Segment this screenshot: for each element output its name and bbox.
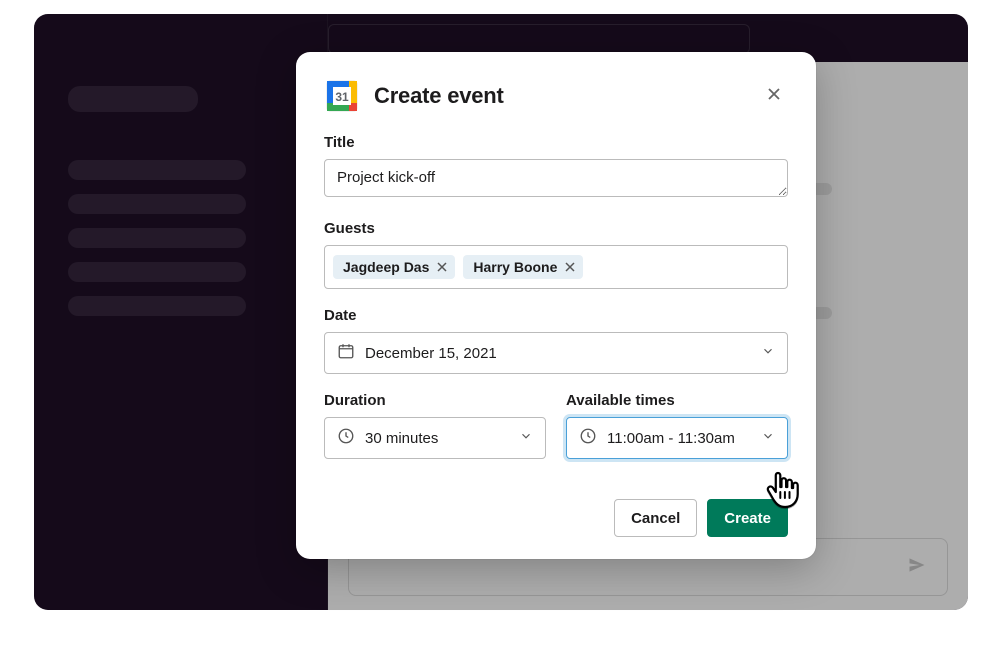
chevron-down-icon (519, 429, 533, 447)
title-input[interactable] (324, 159, 788, 197)
duration-field-group: Duration 30 minutes (324, 392, 546, 459)
title-field-group: Title (324, 134, 788, 202)
available-times-value: 11:00am - 11:30am (607, 430, 735, 447)
clock-icon (337, 427, 355, 449)
chevron-down-icon (761, 429, 775, 447)
cancel-button[interactable]: Cancel (614, 499, 697, 537)
available-times-select[interactable]: 11:00am - 11:30am (566, 417, 788, 459)
date-field-group: Date December 15, 2021 (324, 307, 788, 374)
available-times-field-group: Available times 11:00am - 11:30am (566, 392, 788, 459)
title-label: Title (324, 134, 788, 151)
send-icon[interactable] (907, 555, 927, 580)
date-select[interactable]: December 15, 2021 (324, 332, 788, 374)
guest-chip-name: Jagdeep Das (343, 259, 429, 275)
create-button[interactable]: Create (707, 499, 788, 537)
close-icon (766, 86, 782, 107)
guest-chip-name: Harry Boone (473, 259, 557, 275)
sidebar-item-placeholder[interactable] (68, 194, 246, 214)
available-times-label: Available times (566, 392, 788, 409)
modal-footer: Cancel Create (324, 499, 788, 537)
sidebar-item-placeholder[interactable] (68, 296, 246, 316)
google-calendar-icon: 31 (324, 78, 360, 114)
create-event-modal: 31 Create event Title Guests Jagdeep Das… (296, 52, 816, 559)
top-search-bar[interactable] (328, 24, 750, 54)
remove-guest-icon[interactable] (437, 262, 447, 272)
guest-chip[interactable]: Jagdeep Das (333, 255, 455, 279)
guests-input[interactable]: Jagdeep Das Harry Boone (324, 245, 788, 289)
duration-label: Duration (324, 392, 546, 409)
guest-chip[interactable]: Harry Boone (463, 255, 583, 279)
calendar-icon (337, 342, 355, 364)
date-label: Date (324, 307, 788, 324)
duration-select[interactable]: 30 minutes (324, 417, 546, 459)
cancel-button-label: Cancel (631, 510, 680, 527)
guests-field-group: Guests Jagdeep Das Harry Boone (324, 220, 788, 289)
sidebar (34, 14, 328, 610)
workspace-name-placeholder (68, 86, 198, 112)
modal-title: Create event (374, 83, 504, 109)
chevron-down-icon (761, 344, 775, 362)
date-value: December 15, 2021 (365, 345, 497, 362)
create-button-label: Create (724, 510, 771, 527)
remove-guest-icon[interactable] (565, 262, 575, 272)
duration-value: 30 minutes (365, 430, 438, 447)
svg-text:31: 31 (335, 90, 349, 104)
duration-available-row: Duration 30 minutes Available times 11:0… (324, 392, 788, 477)
modal-header: 31 Create event (324, 78, 788, 114)
sidebar-item-placeholder[interactable] (68, 262, 246, 282)
clock-icon (579, 427, 597, 449)
sidebar-item-placeholder[interactable] (68, 160, 246, 180)
close-button[interactable] (760, 82, 788, 110)
sidebar-item-placeholder[interactable] (68, 228, 246, 248)
guests-label: Guests (324, 220, 788, 237)
